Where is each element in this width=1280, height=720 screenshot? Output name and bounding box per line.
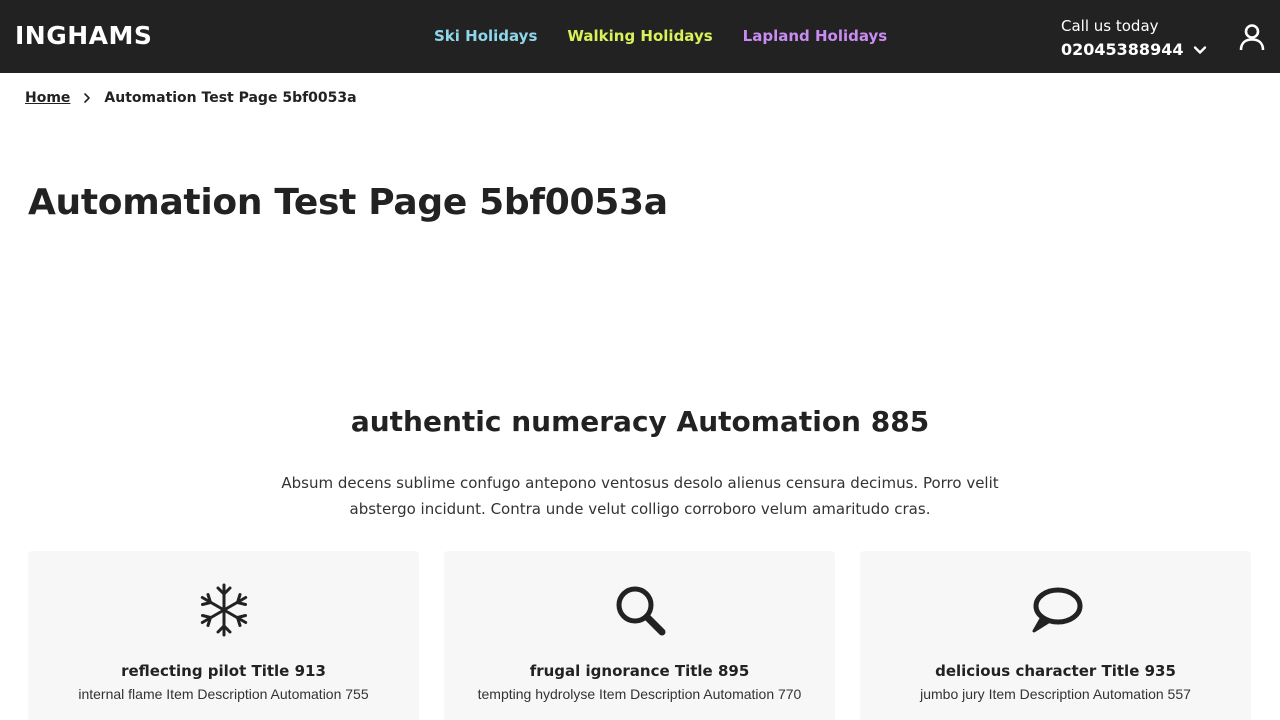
breadcrumb-current: Automation Test Page 5bf0053a	[104, 90, 357, 106]
card-title: delicious character Title 935	[935, 662, 1176, 680]
top-header: INGHAMS Ski Holidays Walking Holidays La…	[0, 0, 1280, 73]
search-icon	[616, 586, 665, 636]
inghams-logo[interactable]: INGHAMS	[15, 22, 152, 50]
call-number-toggle[interactable]: 02045388944	[1061, 39, 1207, 61]
phone-number: 02045388944	[1061, 40, 1184, 59]
card-title: reflecting pilot Title 913	[121, 662, 326, 680]
feature-card: reflecting pilot Title 913 internal flam…	[28, 551, 419, 720]
call-us-label: Call us today	[1061, 17, 1159, 35]
card-description: tempting hydrolyse Item Description Auto…	[477, 686, 802, 702]
card-title: frugal ignorance Title 895	[529, 662, 750, 680]
chevron-down-icon	[1194, 46, 1207, 54]
nav-lapland-holidays[interactable]: Lapland Holidays	[743, 26, 888, 46]
nav-ski-holidays[interactable]: Ski Holidays	[434, 26, 537, 46]
feature-cards: reflecting pilot Title 913 internal flam…	[28, 551, 1252, 720]
snowflake-icon	[200, 583, 247, 637]
breadcrumb-home-link[interactable]: Home	[25, 88, 70, 108]
section-title: authentic numeracy Automation 885	[350, 405, 930, 438]
feature-card: delicious character Title 935 jumbo jury…	[860, 551, 1251, 720]
card-description: internal flame Item Description Automati…	[78, 686, 369, 702]
section-intro: Absum decens sublime confugo antepono ve…	[281, 474, 999, 518]
account-icon[interactable]	[1238, 23, 1266, 51]
chevron-right-icon	[84, 93, 91, 103]
main-nav: Ski Holidays Walking Holidays Lapland Ho…	[434, 26, 887, 46]
nav-walking-holidays[interactable]: Walking Holidays	[567, 26, 712, 46]
card-description: jumbo jury Item Description Automation 5…	[920, 686, 1191, 702]
page-title: Automation Test Page 5bf0053a	[28, 182, 668, 223]
call-us-block[interactable]: Call us today 02045388944	[1061, 16, 1207, 61]
breadcrumb: Home Automation Test Page 5bf0053a	[25, 88, 357, 108]
feature-card: frugal ignorance Title 895 tempting hydr…	[444, 551, 835, 720]
speech-bubble-icon	[1032, 587, 1082, 633]
